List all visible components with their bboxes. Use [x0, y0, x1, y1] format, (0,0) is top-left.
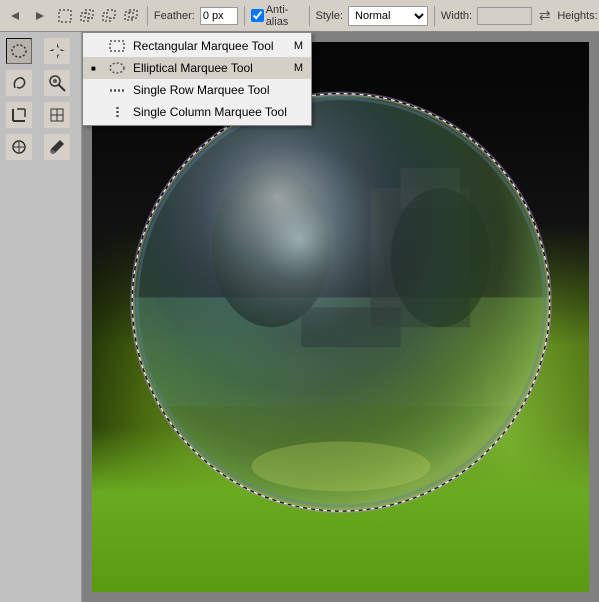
menu-item-single-column-marquee[interactable]: Single Column Marquee Tool: [83, 101, 311, 123]
height-label: Heights:: [557, 10, 597, 22]
style-label: Style:: [316, 10, 344, 22]
swap-dimensions-button[interactable]: ⇄: [535, 5, 554, 27]
marquee-subtract-button[interactable]: [100, 5, 119, 27]
sidebar-tool-lasso[interactable]: [6, 70, 32, 96]
menu-shortcut-0: M: [294, 40, 303, 52]
style-select[interactable]: Normal Fixed Ratio Fixed Size: [348, 6, 428, 26]
menu-item-label-0: Rectangular Marquee Tool: [133, 39, 274, 53]
marquee-add-button[interactable]: [77, 5, 96, 27]
sidebar: [0, 32, 82, 602]
sidebar-tool-crop[interactable]: [6, 102, 32, 128]
menu-bullet-3: [91, 107, 101, 118]
menu-shortcut-1: M: [294, 62, 303, 74]
separator-3: [309, 6, 310, 26]
feather-input[interactable]: [200, 7, 238, 25]
elliptical-marquee-icon: [107, 60, 127, 76]
sidebar-tool-move[interactable]: [44, 38, 70, 64]
history-back-button[interactable]: [4, 5, 26, 27]
sidebar-tool-slice[interactable]: [44, 102, 70, 128]
menu-bullet-2: [91, 85, 101, 96]
sidebar-tool-marquee[interactable]: [6, 38, 32, 64]
sidebar-tool-magic-wand[interactable]: [44, 70, 70, 96]
antialias-label[interactable]: Anti-alias: [251, 4, 303, 28]
separator-1: [147, 6, 148, 26]
single-column-marquee-icon: [107, 104, 127, 120]
history-controls: [4, 5, 51, 27]
marquee-intersect-button[interactable]: [122, 5, 141, 27]
menu-item-rectangular-marquee[interactable]: Rectangular Marquee Tool M: [83, 35, 311, 57]
sidebar-tool-brush[interactable]: [44, 134, 70, 160]
toolbar: Feather: Anti-alias Style: Normal Fixed …: [0, 0, 599, 32]
rectangular-marquee-icon: [107, 38, 127, 54]
menu-item-elliptical-marquee[interactable]: ■ Elliptical Marquee Tool M: [83, 57, 311, 79]
menu-bullet-1: ■: [91, 64, 101, 73]
separator-2: [244, 6, 245, 26]
menu-bullet-0: [91, 41, 101, 52]
menu-item-label-1: Elliptical Marquee Tool: [133, 61, 253, 75]
width-label: Width:: [441, 10, 472, 22]
antialias-checkbox[interactable]: [251, 9, 264, 22]
dropdown-menu: Rectangular Marquee Tool M ■ Elliptical …: [82, 32, 312, 126]
marquee-new-button[interactable]: [55, 5, 74, 27]
single-row-marquee-icon: [107, 82, 127, 98]
menu-item-label-2: Single Row Marquee Tool: [133, 83, 270, 97]
menu-item-single-row-marquee[interactable]: Single Row Marquee Tool: [83, 79, 311, 101]
separator-4: [434, 6, 435, 26]
sidebar-tool-healing[interactable]: [6, 134, 32, 160]
menu-item-label-3: Single Column Marquee Tool: [133, 105, 287, 119]
feather-label: Feather:: [154, 10, 195, 22]
history-fwd-button[interactable]: [29, 5, 51, 27]
width-input[interactable]: [477, 7, 532, 25]
